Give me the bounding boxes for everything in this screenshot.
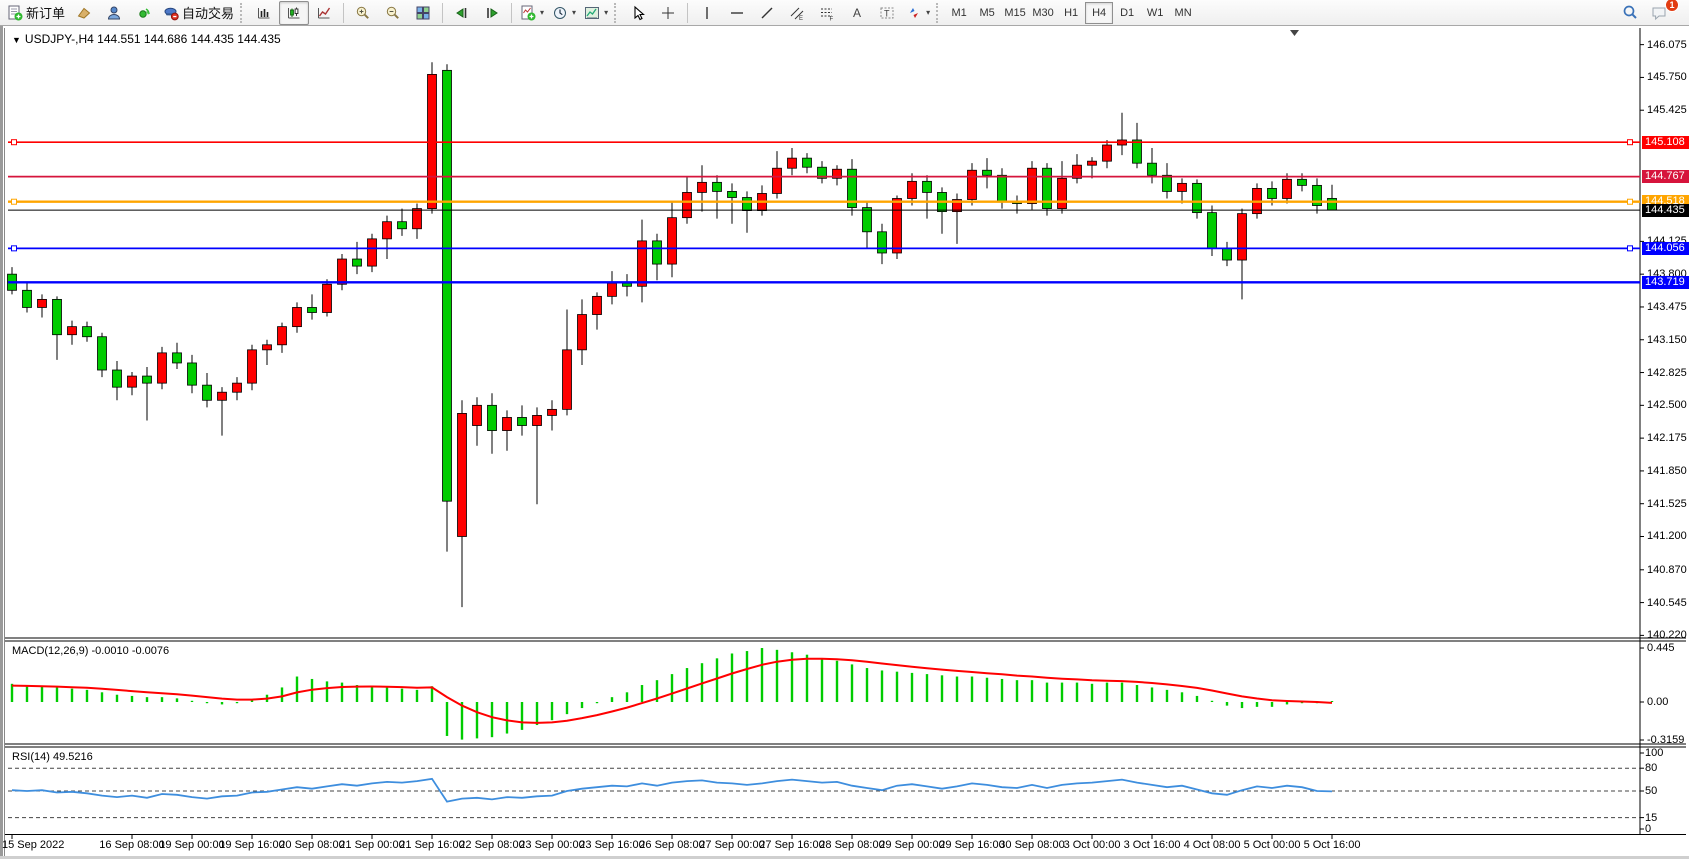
symbol-ohlc-text: USDJPY-,H4 144.551 144.686 144.435 144.4… — [25, 32, 281, 46]
toolbar-grip — [936, 3, 941, 23]
timeframe-button-h1[interactable]: H1 — [1057, 2, 1085, 24]
horizontal-line-button[interactable] — [722, 1, 752, 25]
chevron-down-icon: ▾ — [604, 8, 608, 17]
templates-icon — [584, 5, 600, 21]
indicators-button[interactable]: ▾ — [516, 1, 548, 25]
timeframe-button-m15[interactable]: M15 — [1001, 2, 1029, 24]
chart-title: ▼ USDJPY-,H4 144.551 144.686 144.435 144.… — [12, 32, 281, 46]
new-order-button[interactable]: 新订单 — [3, 1, 69, 25]
svg-text:E: E — [799, 16, 803, 21]
timeframe-button-m5[interactable]: M5 — [973, 2, 1001, 24]
toolbar-grip — [614, 3, 619, 23]
search-button[interactable] — [1615, 1, 1645, 25]
zoom-out-button[interactable] — [378, 1, 408, 25]
toolbar-grip — [240, 3, 245, 23]
zoom-in-icon — [355, 5, 371, 21]
fibonacci-button[interactable]: F — [812, 1, 842, 25]
signals-icon — [136, 5, 152, 21]
auto-scroll-button[interactable] — [447, 1, 477, 25]
profiles-button[interactable] — [69, 1, 99, 25]
text-icon: A — [849, 5, 865, 21]
chevron-down-icon: ▾ — [540, 8, 544, 17]
trendline-icon — [759, 5, 775, 21]
market-button[interactable] — [99, 1, 129, 25]
periods-icon — [552, 5, 568, 21]
timeframe-button-w1[interactable]: W1 — [1141, 2, 1169, 24]
chevron-down-icon: ▾ — [926, 8, 930, 17]
zoom-out-icon — [385, 5, 401, 21]
auto-scroll-icon — [454, 5, 470, 21]
timeframe-button-mn[interactable]: MN — [1169, 2, 1197, 24]
cursor-icon — [630, 5, 646, 21]
toolbar-separator — [511, 3, 512, 23]
channel-button[interactable]: E — [782, 1, 812, 25]
chart-window[interactable] — [0, 26, 1689, 856]
auto-trading-label: 自动交易 — [182, 3, 234, 22]
toolbar-separator — [442, 3, 443, 23]
fibonacci-icon: F — [819, 5, 835, 21]
crosshair-icon — [660, 5, 676, 21]
zoom-in-button[interactable] — [348, 1, 378, 25]
svg-text:F: F — [830, 16, 834, 21]
text-label-button[interactable]: T — [872, 1, 902, 25]
timeframe-button-h4[interactable]: H4 — [1085, 2, 1113, 24]
shift-chart-button[interactable] — [477, 1, 507, 25]
search-icon — [1622, 4, 1639, 21]
market-icon — [106, 5, 122, 21]
auto-trading-button[interactable]: 自动交易 — [159, 1, 238, 25]
notifications-button[interactable]: 1 — [1645, 1, 1675, 25]
templates-button[interactable]: ▾ — [580, 1, 612, 25]
shift-chart-icon — [484, 5, 500, 21]
periods-button[interactable]: ▾ — [548, 1, 580, 25]
timeframe-button-m30[interactable]: M30 — [1029, 2, 1057, 24]
tile-windows-button[interactable] — [408, 1, 438, 25]
signals-button[interactable] — [129, 1, 159, 25]
chevron-down-icon: ▼ — [12, 35, 21, 45]
horizontal-line-icon — [729, 5, 745, 21]
line-chart-button[interactable] — [309, 1, 339, 25]
new-order-label: 新订单 — [26, 3, 65, 22]
notification-badge: 1 — [1665, 0, 1679, 12]
crosshair-button[interactable] — [653, 1, 683, 25]
svg-text:T: T — [884, 8, 890, 18]
toolbar-separator — [343, 3, 344, 23]
channel-icon: E — [789, 5, 805, 21]
text-button[interactable]: A — [842, 1, 872, 25]
vertical-line-icon — [699, 5, 715, 21]
line-chart-icon — [316, 5, 332, 21]
toolbar: 新订单 自动交易 ▾ ▾ ▾ E F A T ▾ M1M5M15M30H1H4D… — [0, 0, 1689, 26]
candlestick-chart-button[interactable] — [279, 1, 309, 25]
svg-text:A: A — [853, 6, 861, 20]
text-label-icon: T — [879, 5, 895, 21]
new-order-icon — [7, 5, 23, 21]
candlestick-chart-icon — [286, 5, 302, 21]
arrows-icon — [906, 5, 922, 21]
indicators-icon — [520, 5, 536, 21]
toolbar-separator — [687, 3, 688, 23]
trendline-button[interactable] — [752, 1, 782, 25]
chevron-down-icon: ▾ — [572, 8, 576, 17]
timeframe-button-d1[interactable]: D1 — [1113, 2, 1141, 24]
macd-label: MACD(12,26,9) -0.0010 -0.0076 — [12, 645, 169, 657]
timeframe-group: M1M5M15M30H1H4D1W1MN — [945, 2, 1197, 24]
bar-chart-icon — [256, 5, 272, 21]
tile-windows-icon — [415, 5, 431, 21]
rsi-label: RSI(14) 49.5216 — [12, 751, 93, 763]
arrows-button[interactable]: ▾ — [902, 1, 934, 25]
autotrading-icon — [163, 5, 179, 21]
cursor-button[interactable] — [623, 1, 653, 25]
bar-chart-button[interactable] — [249, 1, 279, 25]
vertical-line-button[interactable] — [692, 1, 722, 25]
timeframe-button-m1[interactable]: M1 — [945, 2, 973, 24]
profiles-icon — [76, 5, 92, 21]
